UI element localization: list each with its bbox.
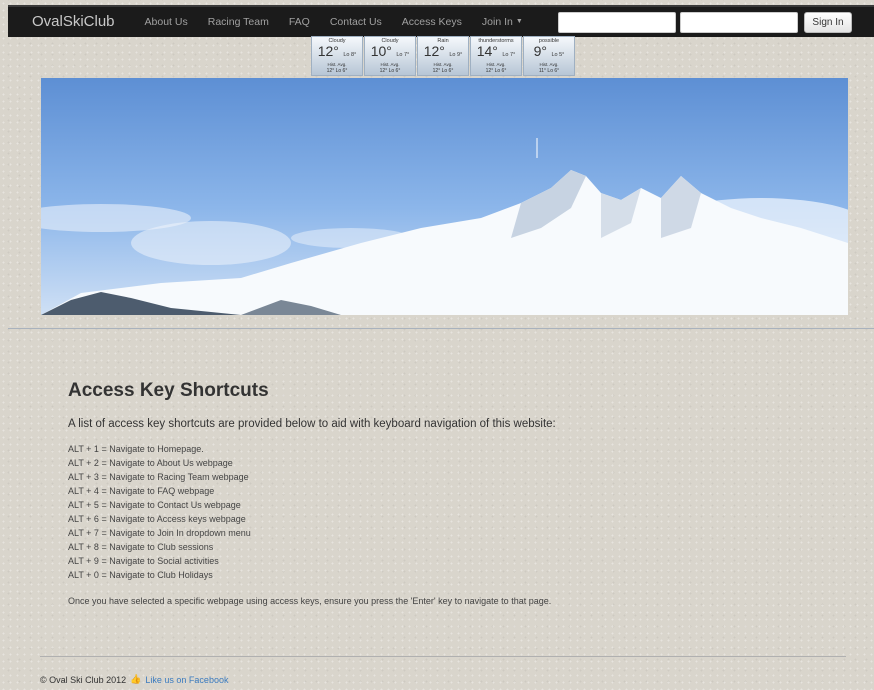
top-navbar: OvalSkiClub About Us Racing Team FAQ Con… (8, 5, 874, 37)
list-item: ALT + 9 = Navigate to Social activities (68, 556, 219, 566)
weather-high: 14° (476, 43, 498, 59)
hero-mountain-image (41, 78, 848, 315)
list-item: ALT + 4 = Navigate to FAQ webpage (68, 486, 215, 496)
copyright-text: © Oval Ski Club 2012 (40, 674, 127, 685)
brand-link[interactable]: OvalSkiClub (8, 7, 135, 37)
username-input[interactable] (558, 11, 676, 33)
weather-avg: 12° Lo 6° (485, 68, 507, 74)
page-title: Access Key Shortcuts (68, 380, 269, 401)
weather-high: 12° (317, 43, 339, 59)
list-item: ALT + 3 = Navigate to Racing Team webpag… (68, 472, 249, 482)
weather-avg: 11° Lo 6° (538, 68, 560, 74)
signin-form: Sign In (558, 7, 874, 37)
weather-high: 9° (533, 43, 548, 59)
weather-high: 10° (370, 43, 392, 59)
mountain-illustration (41, 138, 848, 315)
enter-key-note: Once you have selected a specific webpag… (68, 596, 552, 606)
weather-avg: 12° Lo 6° (326, 68, 348, 74)
list-item: ALT + 5 = Navigate to Contact Us webpage (68, 500, 241, 510)
weather-low: Lo 5° (551, 52, 565, 58)
intro-text: A list of access key shortcuts are provi… (68, 418, 556, 430)
password-input[interactable] (680, 11, 798, 33)
weather-low: Lo 9° (449, 52, 463, 58)
nav-faq[interactable]: FAQ (279, 7, 320, 37)
facebook-link[interactable]: Like us on Facebook (145, 675, 228, 685)
main-content: Access Key Shortcuts A list of access ke… (68, 380, 848, 615)
footer-divider (40, 656, 846, 657)
weather-low: Lo 7° (396, 52, 410, 58)
main-nav: About Us Racing Team FAQ Contact Us Acce… (135, 7, 533, 37)
footer: © Oval Ski Club 2012 👍 Like us on Facebo… (40, 674, 228, 685)
list-item: ALT + 6 = Navigate to Access keys webpag… (68, 514, 246, 524)
list-item: ALT + 0 = Navigate to Club Holidays (68, 570, 213, 580)
nav-join-in-label: Join In (481, 16, 513, 28)
nav-about-us[interactable]: About Us (135, 7, 198, 37)
nav-racing-team[interactable]: Racing Team (198, 7, 279, 37)
thumbs-up-icon: 👍 (130, 674, 142, 684)
weather-day: Cloudy 10° Lo 7° Hist. Avg. 12° Lo 6° (364, 36, 416, 76)
nav-contact-us[interactable]: Contact Us (320, 7, 392, 37)
weather-day: Cloudy 12° Lo 8° Hist. Avg. 12° Lo 6° (311, 36, 363, 76)
weather-high: 12° (423, 43, 445, 59)
caret-down-icon: ▼ (515, 18, 523, 25)
weather-low: Lo 7° (502, 52, 516, 58)
nav-access-keys[interactable]: Access Keys (392, 7, 472, 37)
list-item: ALT + 8 = Navigate to Club sessions (68, 542, 214, 552)
list-item: ALT + 2 = Navigate to About Us webpage (68, 458, 233, 468)
weather-avg: 12° Lo 6° (379, 68, 401, 74)
weather-low: Lo 8° (343, 52, 357, 58)
weather-avg: 12° Lo 6° (432, 68, 454, 74)
weather-day: possible 9° Lo 5° Hist. Avg. 11° Lo 6° (523, 36, 575, 76)
weather-widget: Cloudy 12° Lo 8° Hist. Avg. 12° Lo 6° Cl… (311, 36, 577, 76)
divider (8, 328, 874, 329)
weather-day: thunderstorms 14° Lo 7° Hist. Avg. 12° L… (470, 36, 522, 76)
shortcut-list: ALT + 1 = Navigate to Homepage. ALT + 2 … (68, 442, 848, 582)
list-item: ALT + 1 = Navigate to Homepage. (68, 444, 204, 454)
nav-join-in-dropdown[interactable]: Join In ▼ (472, 7, 533, 37)
sign-in-button[interactable]: Sign In (804, 11, 852, 33)
weather-day: Rain 12° Lo 9° Hist. Avg. 12° Lo 6° (417, 36, 469, 76)
list-item: ALT + 7 = Navigate to Join In dropdown m… (68, 528, 251, 538)
